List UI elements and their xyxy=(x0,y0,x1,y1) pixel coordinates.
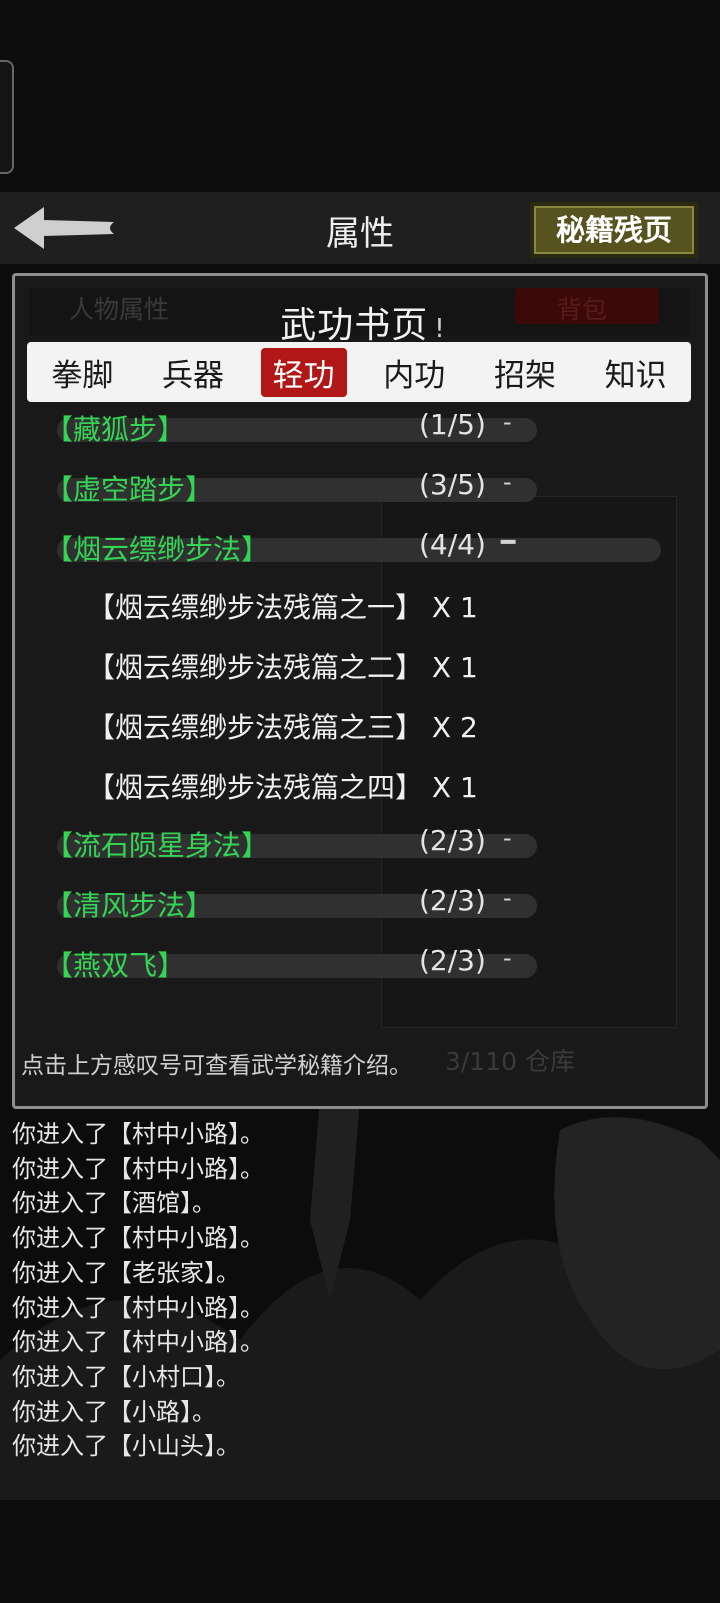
skill-name: 【燕双飞】 xyxy=(45,949,186,982)
log-line: 你进入了【小路】。 xyxy=(12,1397,216,1426)
log-line: 你进入了【酒馆】。 xyxy=(12,1189,216,1218)
skill-name: 【藏狐步】 xyxy=(45,413,186,446)
tab-lightness[interactable]: 轻功 xyxy=(260,347,347,397)
hint-text: 点击上方感叹号可查看武学秘籍介绍。 xyxy=(21,1053,412,1079)
expand-toggle-icon[interactable]: - xyxy=(503,468,512,496)
message-log: 你进入了【村中小路】。 你进入了【村中小路】。 你进入了【酒馆】。 你进入了【村… xyxy=(12,1117,264,1464)
skill-count: (2/3) xyxy=(419,944,486,977)
skill-row-qingfeng[interactable]: 【清风步法】 (2/3) - xyxy=(45,882,545,926)
skill-count: (2/3) xyxy=(419,824,486,857)
secret-page-item: 【烟云缥缈步法残篇之三】 X 2 xyxy=(87,711,478,744)
tab-knowledge[interactable]: 知识 xyxy=(593,348,679,397)
log-line: 你进入了【村中小路】。 xyxy=(12,1224,264,1253)
log-line: 你进入了【村中小路】。 xyxy=(12,1154,264,1183)
skill-name: 【流石陨星身法】 xyxy=(45,829,270,862)
skill-count: (1/5) xyxy=(419,408,486,441)
skill-row-xukong[interactable]: 【虚空踏步】 (3/5) - xyxy=(45,466,545,510)
collapse-toggle-icon[interactable]: ━ xyxy=(501,528,515,556)
tab-fist[interactable]: 拳脚 xyxy=(39,348,125,397)
expand-toggle-icon[interactable]: - xyxy=(503,884,512,912)
skill-row-liushi[interactable]: 【流石陨星身法】 (2/3) - xyxy=(45,822,545,866)
skill-count: (4/4) xyxy=(419,528,486,561)
skill-row-yanyun[interactable]: 【烟云缥缈步法】 (4/4) ━ xyxy=(45,526,665,570)
log-line: 你进入了【小村口】。 xyxy=(12,1362,240,1391)
skill-name: 【虚空踏步】 xyxy=(45,473,214,506)
info-exclamation-icon[interactable]: ! xyxy=(434,314,445,344)
expand-toggle-icon[interactable]: - xyxy=(503,824,512,852)
skill-count: (2/3) xyxy=(419,884,486,917)
tab-parry[interactable]: 招架 xyxy=(482,348,568,397)
secret-pages-button[interactable]: 秘籍残页 xyxy=(530,202,698,258)
log-line: 你进入了【小山头】。 xyxy=(12,1432,240,1461)
skill-row-canghu[interactable]: 【藏狐步】 (1/5) - xyxy=(45,406,545,450)
tab-weapons[interactable]: 兵器 xyxy=(150,348,236,397)
tab-inner[interactable]: 内功 xyxy=(371,348,457,397)
secret-page-item: 【烟云缥缈步法残篇之二】 X 1 xyxy=(87,651,478,684)
side-handle[interactable] xyxy=(0,60,14,174)
ghost-storage-label: 3/110 仓库 xyxy=(445,1047,575,1076)
log-line: 你进入了【村中小路】。 xyxy=(12,1120,264,1148)
log-line: 你进入了【老张家】。 xyxy=(12,1258,240,1287)
panel-title: 武功书页! xyxy=(280,305,446,346)
skill-name: 【烟云缥缈步法】 xyxy=(45,533,270,566)
skill-count: (3/5) xyxy=(419,468,486,501)
martial-pages-panel: 人物属性 背包 3/110 仓库 武功书页! 拳脚 兵器 轻功 内功 招架 知识… xyxy=(12,273,708,1109)
skill-category-tabs: 拳脚 兵器 轻功 内功 招架 知识 xyxy=(27,342,691,402)
secret-page-item: 【烟云缥缈步法残篇之一】 X 1 xyxy=(87,591,478,624)
expand-toggle-icon[interactable]: - xyxy=(503,408,512,436)
log-line: 你进入了【村中小路】。 xyxy=(12,1293,264,1322)
skill-name: 【清风步法】 xyxy=(45,889,214,922)
expand-toggle-icon[interactable]: - xyxy=(503,944,512,972)
skill-row-yanshuangfei[interactable]: 【燕双飞】 (2/3) - xyxy=(45,942,545,986)
log-line: 你进入了【村中小路】。 xyxy=(12,1328,264,1357)
secret-page-item: 【烟云缥缈步法残篇之四】 X 1 xyxy=(87,771,478,804)
